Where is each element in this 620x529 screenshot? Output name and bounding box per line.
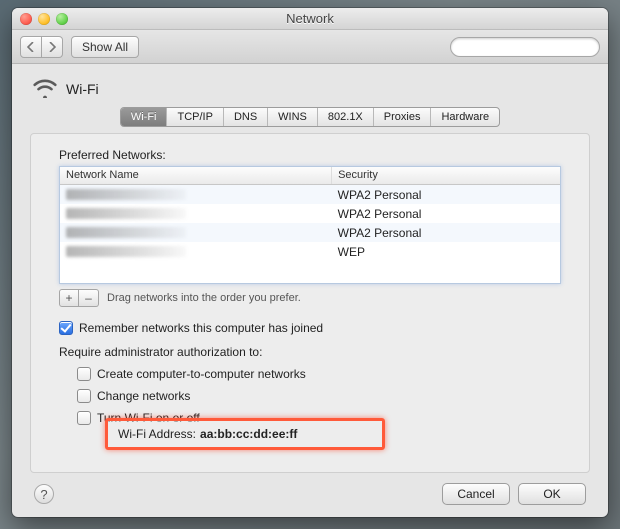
redacted-network-name	[66, 227, 186, 238]
wifi-icon	[32, 76, 58, 101]
ok-button[interactable]: OK	[518, 483, 586, 505]
back-button[interactable]	[20, 36, 42, 58]
chevron-right-icon	[48, 42, 56, 52]
tab-dns[interactable]: DNS	[224, 108, 268, 126]
table-header: Network Name Security	[60, 167, 560, 185]
help-button[interactable]: ?	[34, 484, 54, 504]
search-input[interactable]	[461, 41, 603, 53]
window-controls	[20, 13, 68, 25]
remove-network-button[interactable]: –	[79, 289, 99, 307]
add-network-button[interactable]: +	[59, 289, 79, 307]
wifi-address-label: Wi-Fi Address:	[118, 427, 196, 441]
window-title: Network	[12, 11, 608, 26]
remember-networks-checkbox[interactable]	[59, 321, 73, 335]
tabs: Wi-Fi TCP/IP DNS WINS 802.1X Proxies Har…	[120, 107, 500, 127]
remember-networks-row: Remember networks this computer has join…	[59, 321, 561, 335]
redacted-network-name	[66, 246, 186, 257]
tab-wins[interactable]: WINS	[268, 108, 318, 126]
tab-tcpip[interactable]: TCP/IP	[167, 108, 223, 126]
table-row[interactable]: WEP	[60, 242, 560, 261]
pane-title: Wi-Fi	[66, 81, 99, 97]
content: Wi-Fi Wi-Fi TCP/IP DNS WINS 802.1X Proxi…	[12, 64, 608, 517]
create-networks-checkbox[interactable]	[77, 367, 91, 381]
column-security[interactable]: Security	[332, 167, 560, 184]
cancel-button[interactable]: Cancel	[442, 483, 510, 505]
tab-8021x[interactable]: 802.1X	[318, 108, 374, 126]
pane-header: Wi-Fi	[32, 76, 590, 101]
column-network-name[interactable]: Network Name	[60, 167, 332, 184]
tab-wifi[interactable]: Wi-Fi	[121, 108, 168, 126]
tab-hardware[interactable]: Hardware	[431, 108, 499, 126]
require-auth-label: Require administrator authorization to:	[59, 345, 561, 359]
turn-wifi-checkbox[interactable]	[77, 411, 91, 425]
table-row[interactable]: WPA2 Personal	[60, 185, 560, 204]
cell-security: WEP	[332, 245, 560, 259]
cell-security: WPA2 Personal	[332, 188, 560, 202]
change-networks-label: Change networks	[97, 389, 190, 403]
cell-security: WPA2 Personal	[332, 207, 560, 221]
table-row[interactable]: WPA2 Personal	[60, 204, 560, 223]
network-preferences-window: Network Show All Wi-Fi Wi-Fi TCP/IP	[12, 8, 608, 517]
table-row[interactable]: WPA2 Personal	[60, 223, 560, 242]
wifi-tab-panel: Preferred Networks: Network Name Securit…	[30, 133, 590, 473]
minimize-window-button[interactable]	[38, 13, 50, 25]
zoom-window-button[interactable]	[56, 13, 68, 25]
chevron-left-icon	[27, 42, 35, 52]
toolbar: Show All	[12, 30, 608, 64]
nav-buttons	[20, 36, 63, 58]
remember-networks-label: Remember networks this computer has join…	[79, 321, 323, 335]
show-all-button[interactable]: Show All	[71, 36, 139, 58]
change-networks-checkbox[interactable]	[77, 389, 91, 403]
preferred-networks-table[interactable]: Network Name Security WPA2 Personal WPA2…	[59, 166, 561, 284]
redacted-network-name	[66, 189, 186, 200]
create-networks-label: Create computer-to-computer networks	[97, 367, 306, 381]
wifi-address-highlight: Wi-Fi Address: aa:bb:cc:dd:ee:ff	[105, 418, 385, 450]
footer: ? Cancel OK	[30, 473, 590, 505]
redacted-network-name	[66, 208, 186, 219]
wifi-address-value: aa:bb:cc:dd:ee:ff	[200, 427, 297, 441]
create-networks-row: Create computer-to-computer networks	[77, 367, 561, 381]
close-window-button[interactable]	[20, 13, 32, 25]
drag-hint: Drag networks into the order you prefer.	[107, 292, 301, 304]
forward-button[interactable]	[42, 36, 63, 58]
tab-proxies[interactable]: Proxies	[374, 108, 432, 126]
table-body: WPA2 Personal WPA2 Personal WPA2 Persona…	[60, 185, 560, 283]
cell-security: WPA2 Personal	[332, 226, 560, 240]
titlebar: Network	[12, 8, 608, 30]
change-networks-row: Change networks	[77, 389, 561, 403]
preferred-networks-label: Preferred Networks:	[59, 148, 561, 162]
add-remove-row: + – Drag networks into the order you pre…	[59, 289, 561, 307]
search-field[interactable]	[450, 37, 600, 57]
